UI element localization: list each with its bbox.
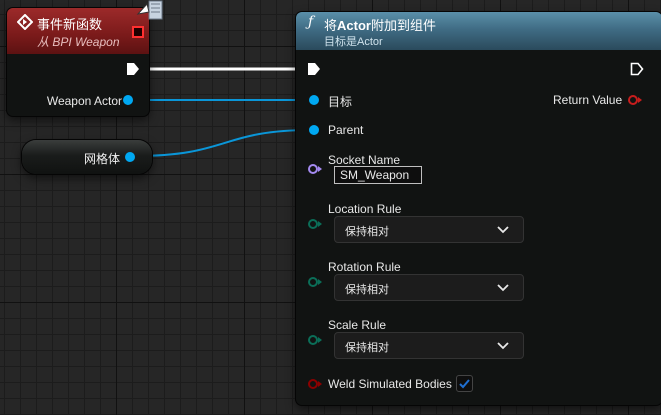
function-icon: ƒ — [308, 14, 314, 30]
target-pin[interactable] — [309, 95, 319, 105]
socket-name-label: Socket Name — [328, 153, 401, 167]
chevron-down-icon — [497, 342, 509, 350]
event-node-title: 事件新函数 — [37, 17, 103, 32]
return-value-label: Return Value — [553, 93, 623, 107]
location-rule-label: Location Rule — [328, 202, 402, 216]
socket-name-pin[interactable] — [307, 163, 323, 175]
event-node-subtitle: 从 BPI Weapon — [37, 35, 120, 49]
target-label: 目标 — [328, 95, 353, 109]
weld-simulated-bodies-label: Weld Simulated Bodies — [328, 377, 452, 391]
socket-name-input[interactable]: SM_Weapon — [334, 166, 422, 184]
weld-simulated-bodies-pin[interactable] — [307, 378, 323, 390]
rotation-rule-value: 保持相对 — [345, 284, 389, 296]
weapon-actor-label: Weapon Actor — [46, 94, 122, 108]
event-node-header[interactable]: 事件新函数 从 BPI Weapon — [7, 8, 149, 54]
location-rule-dropdown[interactable]: 保持相对 — [334, 216, 524, 243]
weld-simulated-bodies-checkbox[interactable] — [456, 375, 473, 392]
parent-label: Parent — [328, 123, 364, 137]
title-bold: Actor — [337, 18, 371, 33]
chevron-down-icon — [497, 226, 509, 234]
title-suffix: 附加到组件 — [370, 18, 436, 33]
title-prefix: 将 — [324, 18, 338, 33]
return-value-pin[interactable] — [627, 94, 643, 106]
exec-output-pin-icon[interactable] — [630, 62, 644, 76]
mesh-variable-node[interactable]: 网格体 — [22, 140, 152, 174]
weapon-actor-pin[interactable] — [123, 95, 133, 105]
scale-rule-pin[interactable] — [307, 334, 323, 346]
event-node[interactable]: 事件新函数 从 BPI Weapon Weapon Actor — [7, 8, 149, 116]
chevron-down-icon — [497, 284, 509, 292]
mesh-output-pin[interactable] — [125, 152, 135, 162]
mesh-variable-label: 网格体 — [83, 152, 120, 166]
parent-wire[interactable] — [133, 129, 313, 157]
rotation-rule-pin[interactable] — [307, 276, 323, 288]
rotation-rule-dropdown[interactable]: 保持相对 — [334, 274, 524, 301]
scale-rule-value: 保持相对 — [345, 342, 389, 354]
scale-rule-dropdown[interactable]: 保持相对 — [334, 332, 524, 359]
delegate-pin-icon[interactable] — [132, 26, 144, 38]
checkmark-icon — [459, 379, 470, 389]
location-rule-value: 保持相对 — [345, 226, 389, 238]
exec-input-pin-icon[interactable] — [307, 62, 321, 76]
scale-rule-label: Scale Rule — [328, 318, 387, 332]
attach-node-title: 将Actor附加到组件 — [324, 15, 436, 34]
exec-output-pin-icon[interactable] — [126, 62, 140, 76]
attach-node-subtitle: 目标是Actor — [324, 36, 383, 48]
cursor-icon — [136, 0, 163, 20]
parent-pin[interactable] — [309, 125, 319, 135]
event-diamond-icon — [17, 14, 33, 30]
location-rule-pin[interactable] — [307, 218, 323, 230]
rotation-rule-label: Rotation Rule — [328, 260, 401, 274]
attach-node-header[interactable]: ƒ 将Actor附加到组件 目标是Actor — [296, 12, 661, 50]
